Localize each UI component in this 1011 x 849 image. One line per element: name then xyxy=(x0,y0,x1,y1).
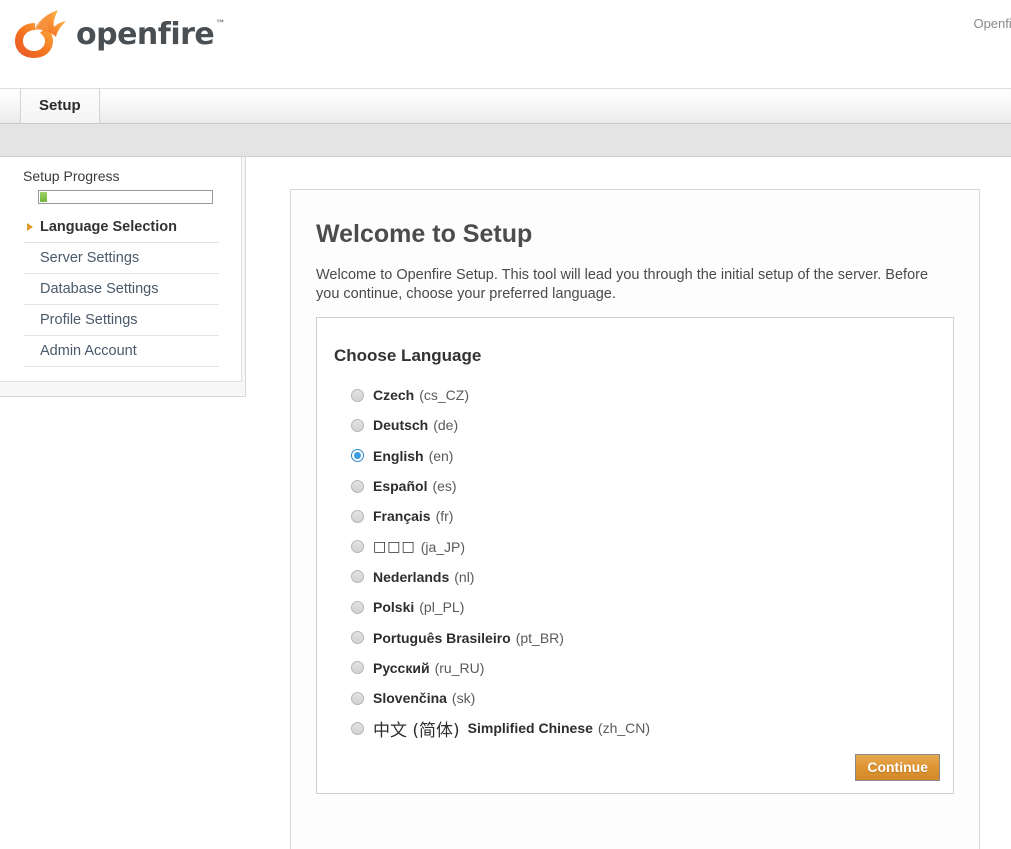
language-radio-selected[interactable] xyxy=(351,449,364,462)
language-option-row[interactable]: English (en) xyxy=(351,441,953,471)
sidebar-item-server-settings[interactable]: Server Settings xyxy=(24,243,219,274)
openfire-flame-icon xyxy=(10,7,72,61)
language-locale-code: (es) xyxy=(432,478,456,494)
sidebar-panel: Setup Progress Language Selection Server… xyxy=(0,157,242,382)
language-name: Deutsch xyxy=(373,417,428,433)
choose-language-box: Choose Language Czech (cs_CZ) Deutsch (de) E… xyxy=(316,317,954,794)
language-name: □□□ xyxy=(373,539,416,555)
setup-steps-list: Language Selection Server Settings Datab… xyxy=(24,212,219,367)
language-radio[interactable] xyxy=(351,510,364,523)
language-locale-code: (ru_RU) xyxy=(435,660,485,676)
language-name: Czech xyxy=(373,387,414,403)
trademark-symbol: ™ xyxy=(215,19,225,30)
language-locale-code: (sk) xyxy=(452,690,475,706)
language-name: Polski xyxy=(373,599,414,615)
language-locale-code: (en) xyxy=(429,448,454,464)
brand-wordmark: openfire™ xyxy=(76,17,224,52)
page-title: Welcome to Setup xyxy=(316,220,979,249)
sidebar-item-database-settings[interactable]: Database Settings xyxy=(24,274,219,305)
choose-language-heading: Choose Language xyxy=(334,346,953,366)
language-option-row[interactable]: Nederlands (nl) xyxy=(351,562,953,592)
language-locale-code: (de) xyxy=(433,417,458,433)
language-name: Nederlands xyxy=(373,569,449,585)
sidebar-item-language-selection[interactable]: Language Selection xyxy=(24,212,219,243)
intro-paragraph: Welcome to Openfire Setup. This tool wil… xyxy=(316,266,954,304)
language-locale-code: (ja_JP) xyxy=(421,539,465,555)
language-name: Español xyxy=(373,478,427,494)
sidebar-item-admin-account[interactable]: Admin Account xyxy=(24,336,219,367)
language-locale-code: (fr) xyxy=(436,508,454,524)
language-radio[interactable] xyxy=(351,661,364,674)
language-name: Português Brasileiro xyxy=(373,630,511,646)
language-name: Русский xyxy=(373,660,430,676)
body-area: Setup Progress Language Selection Server… xyxy=(0,157,1011,818)
language-name: 中文 (简体) xyxy=(373,716,460,741)
language-locale-code: (nl) xyxy=(454,569,474,585)
language-radio[interactable] xyxy=(351,601,364,614)
language-radio[interactable] xyxy=(351,419,364,432)
continue-button[interactable]: Continue xyxy=(855,754,940,781)
language-locale-code: (cs_CZ) xyxy=(419,387,469,403)
language-option-row[interactable]: Deutsch (de) xyxy=(351,410,953,440)
language-option-row[interactable]: Czech (cs_CZ) xyxy=(351,380,953,410)
setup-progress-bar xyxy=(38,190,213,204)
progress-track xyxy=(38,190,213,204)
version-label: Openfire 4.6 xyxy=(973,16,1011,31)
language-name: Français xyxy=(373,508,431,524)
language-locale-code: (pt_BR) xyxy=(516,630,564,646)
sub-toolbar xyxy=(0,124,1011,157)
sidebar-item-label: Profile Settings xyxy=(40,312,138,328)
setup-content-panel: Welcome to Setup Welcome to Openfire Set… xyxy=(290,189,980,849)
sidebar-item-label: Language Selection xyxy=(40,219,177,235)
language-name-english: Simplified Chinese xyxy=(468,720,593,736)
language-option-row[interactable]: Português Brasileiro (pt_BR) xyxy=(351,622,953,652)
language-radio[interactable] xyxy=(351,540,364,553)
language-option-row[interactable]: Français (fr) xyxy=(351,501,953,531)
brand-wordmark-text: openfire xyxy=(76,17,214,52)
language-name: Slovenčina xyxy=(373,690,447,706)
language-radio-group: Czech(cs_CZ)Deutsch(de)English(en)Españo… xyxy=(351,380,953,744)
sidebar-item-label: Server Settings xyxy=(40,250,139,266)
language-option-row[interactable]: Русский (ru_RU) xyxy=(351,653,953,683)
tab-bar: Setup xyxy=(0,88,1011,124)
language-option-row[interactable]: 中文 (简体) Simplified Chinese (zh_CN) xyxy=(351,713,953,743)
sidebar-item-label: Admin Account xyxy=(40,343,137,359)
progress-fill xyxy=(40,192,47,202)
language-radio[interactable] xyxy=(351,631,364,644)
tab-setup[interactable]: Setup xyxy=(20,89,100,123)
brand-logo: openfire™ xyxy=(10,7,224,61)
language-option-row[interactable]: Español (es) xyxy=(351,471,953,501)
app-header: openfire™ Openfire 4.6 xyxy=(0,0,1011,88)
language-radio[interactable] xyxy=(351,480,364,493)
sidebar-item-profile-settings[interactable]: Profile Settings xyxy=(24,305,219,336)
language-option-row[interactable]: Polski (pl_PL) xyxy=(351,592,953,622)
form-actions: Continue xyxy=(855,754,940,781)
language-locale-code: (zh_CN) xyxy=(598,720,650,736)
setup-sidebar: Setup Progress Language Selection Server… xyxy=(0,157,246,397)
sidebar-item-label: Database Settings xyxy=(40,281,159,297)
language-radio[interactable] xyxy=(351,389,364,402)
current-step-arrow-icon xyxy=(27,223,33,231)
language-radio[interactable] xyxy=(351,570,364,583)
language-locale-code: (pl_PL) xyxy=(419,599,464,615)
language-option-row[interactable]: □□□ (ja_JP) xyxy=(351,531,953,561)
setup-progress-title: Setup Progress xyxy=(23,168,120,184)
language-name: English xyxy=(373,448,424,464)
language-option-row[interactable]: Slovenčina (sk) xyxy=(351,683,953,713)
language-radio[interactable] xyxy=(351,692,364,705)
language-radio[interactable] xyxy=(351,722,364,735)
